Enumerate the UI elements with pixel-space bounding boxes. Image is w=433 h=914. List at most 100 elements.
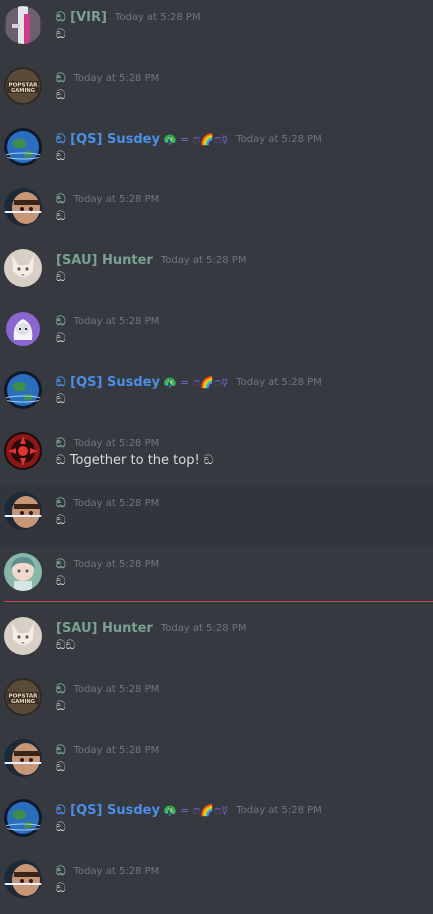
message-timestamp[interactable]: Today at 5:28 PM (74, 438, 160, 449)
message-timestamp[interactable]: Today at 5:28 PM (74, 194, 160, 205)
author-name[interactable]: ඞ (56, 314, 66, 329)
author-name[interactable]: [SAU] Hunter (56, 253, 153, 268)
message-timestamp[interactable]: Today at 5:28 PM (161, 255, 247, 266)
author-name[interactable]: ඞ (56, 436, 66, 451)
message-row[interactable]: POPSTAR GAMING ඞ Today at 5:28 PM ඞ (0, 61, 433, 121)
anime-girl-avatar-image (4, 553, 42, 591)
message-row[interactable]: ඞ [QS] Susdey 🦚 = ෆ🌈ෆ☿ Today at 5:28 PM ඞ (0, 793, 433, 853)
message-timestamp[interactable]: Today at 5:28 PM (74, 745, 160, 756)
message-text: ඞ (56, 88, 66, 103)
message-header: ඞ [QS] Susdey 🦚 = ෆ🌈ෆ☿ Today at 5:28 PM (56, 129, 429, 147)
author-name[interactable]: ඞ (56, 743, 66, 758)
author-name[interactable]: ඞ [QS] Susdey (56, 375, 160, 390)
face-with-line-avatar-image (4, 492, 42, 530)
message-timestamp[interactable]: Today at 5:28 PM (236, 134, 322, 145)
message-timestamp[interactable]: Today at 5:28 PM (74, 73, 160, 84)
message-header: ඞ Today at 5:28 PM (56, 554, 429, 572)
earth-planet-avatar-image (4, 371, 42, 409)
author-name[interactable]: ඞ [VIR] (56, 10, 107, 25)
author-name-decoration: 🦚 = ෆ🌈ෆ☿ (162, 376, 229, 389)
message-row[interactable]: POPSTAR GAMING ඞ Today at 5:28 PM ඞ (0, 672, 433, 732)
message-row[interactable]: ඞ [VIR] Today at 5:28 PM ඞ (0, 0, 433, 60)
message-timestamp[interactable]: Today at 5:28 PM (74, 316, 160, 327)
red-emblem-avatar[interactable] (4, 432, 42, 470)
message-header: ඞ Today at 5:28 PM (56, 679, 429, 697)
message-timestamp[interactable]: Today at 5:28 PM (161, 623, 247, 634)
message-header: ඞ Today at 5:28 PM (56, 493, 429, 511)
white-pink-glitch-avatar[interactable] (4, 6, 42, 44)
message-row[interactable]: [SAU] Hunter Today at 5:28 PM ඞ (0, 243, 433, 303)
white-fox-avatar[interactable] (4, 617, 42, 655)
message-header: [SAU] Hunter Today at 5:28 PM (56, 250, 429, 268)
face-with-line-avatar-image (4, 739, 42, 777)
message-row[interactable]: ඞ Today at 5:28 PM ඞ (0, 547, 433, 607)
message-header: [SAU] Hunter Today at 5:28 PM (56, 618, 429, 636)
message-header: ඞ [QS] Susdey 🦚 = ෆ🌈ෆ☿ Today at 5:28 PM (56, 372, 429, 390)
anime-girl-avatar[interactable] (4, 553, 42, 591)
author-name[interactable]: ඞ [QS] Susdey (56, 803, 160, 818)
message-row[interactable]: ඞ Today at 5:28 PM ඞ Together to the top! … (0, 426, 433, 486)
message-row[interactable]: ඞ Today at 5:28 PM ඞ (0, 733, 433, 793)
message-text: ඞ (56, 881, 66, 896)
svg-text:GAMING: GAMING (11, 699, 35, 705)
popstar-gaming-logo-avatar[interactable]: POPSTAR GAMING (4, 67, 42, 105)
message-timestamp[interactable]: Today at 5:28 PM (74, 866, 160, 877)
popstar-gaming-logo-avatar[interactable]: POPSTAR GAMING (4, 678, 42, 716)
message-header: ඞ Today at 5:28 PM (56, 740, 429, 758)
author-name[interactable]: ඞ (56, 192, 66, 207)
message-text: ඞ (56, 209, 66, 224)
face-with-line-avatar[interactable] (4, 492, 42, 530)
message-text: ඞ (56, 331, 66, 346)
message-row[interactable]: ඞ Today at 5:28 PM ඞ (0, 486, 433, 546)
message-row[interactable]: ඞ Today at 5:28 PM ඞ (0, 182, 433, 242)
author-name[interactable]: [SAU] Hunter (56, 621, 153, 636)
message-text: ඞ (56, 27, 66, 42)
message-timestamp[interactable]: Today at 5:28 PM (74, 684, 160, 695)
popstar-gaming-logo-avatar-image: POPSTARGAMING (4, 67, 42, 105)
message-text: ඞ (56, 513, 66, 528)
message-text: ඞ (56, 760, 66, 775)
message-text: ඞ (56, 270, 66, 285)
white-fox-avatar-image (4, 617, 42, 655)
white-fox-avatar[interactable] (4, 249, 42, 287)
message-text: ඞඞ (56, 638, 76, 653)
white-pink-glitch-avatar-image (4, 6, 42, 44)
author-name[interactable]: ඞ (56, 682, 66, 697)
message-text: ඞ Together to the top! ඞ (56, 453, 214, 468)
message-row[interactable]: ඞ Today at 5:28 PM ඞ (0, 304, 433, 364)
earth-planet-avatar-image (4, 128, 42, 166)
face-with-line-avatar[interactable] (4, 739, 42, 777)
message-timestamp[interactable]: Today at 5:28 PM (236, 805, 322, 816)
face-with-line-avatar[interactable] (4, 860, 42, 898)
author-name-decoration: 🦚 = ෆ🌈ෆ☿ (162, 133, 229, 146)
hooded-ghost-avatar[interactable] (4, 310, 42, 348)
earth-planet-avatar[interactable] (4, 799, 42, 837)
message-timestamp[interactable]: Today at 5:28 PM (74, 498, 160, 509)
message-header: ඞ Today at 5:28 PM (56, 433, 429, 451)
earth-planet-avatar[interactable] (4, 371, 42, 409)
message-row[interactable]: ඞ [QS] Susdey 🦚 = ෆ🌈ෆ☿ Today at 5:28 PM ඞ (0, 365, 433, 425)
message-timestamp[interactable]: Today at 5:28 PM (115, 12, 201, 23)
message-header: ඞ [VIR] Today at 5:28 PM (56, 7, 429, 25)
message-row[interactable]: ඞ [QS] Susdey 🦚 = ෆ🌈ෆ☿ Today at 5:28 PM ඞ (0, 122, 433, 182)
message-row[interactable]: ඞ Today at 5:28 PM ඞ (0, 854, 433, 914)
author-name[interactable]: ඞ (56, 557, 66, 572)
message-timestamp[interactable]: Today at 5:28 PM (236, 377, 322, 388)
earth-planet-avatar[interactable] (4, 128, 42, 166)
message-text: ඞ (56, 574, 66, 589)
author-name[interactable]: ඞ (56, 864, 66, 879)
white-fox-avatar-image (4, 249, 42, 287)
message-text: ඞ (56, 820, 66, 835)
face-with-line-avatar[interactable] (4, 188, 42, 226)
author-name[interactable]: ඞ [QS] Susdey (56, 132, 160, 147)
message-text: ඞ (56, 149, 66, 164)
author-name[interactable]: ඞ (56, 71, 66, 86)
message-header: ඞ Today at 5:28 PM (56, 311, 429, 329)
author-name[interactable]: ඞ (56, 496, 66, 511)
face-with-line-avatar-image (4, 188, 42, 226)
face-with-line-avatar-image (4, 860, 42, 898)
message-header: ඞ Today at 5:28 PM (56, 68, 429, 86)
message-timestamp[interactable]: Today at 5:28 PM (74, 559, 160, 570)
chat-message-list: ඞ [VIR] Today at 5:28 PM ඞ POPSTAR GAMING ඞ To… (0, 0, 433, 899)
message-row[interactable]: [SAU] Hunter Today at 5:28 PM ඞඞ (0, 611, 433, 671)
